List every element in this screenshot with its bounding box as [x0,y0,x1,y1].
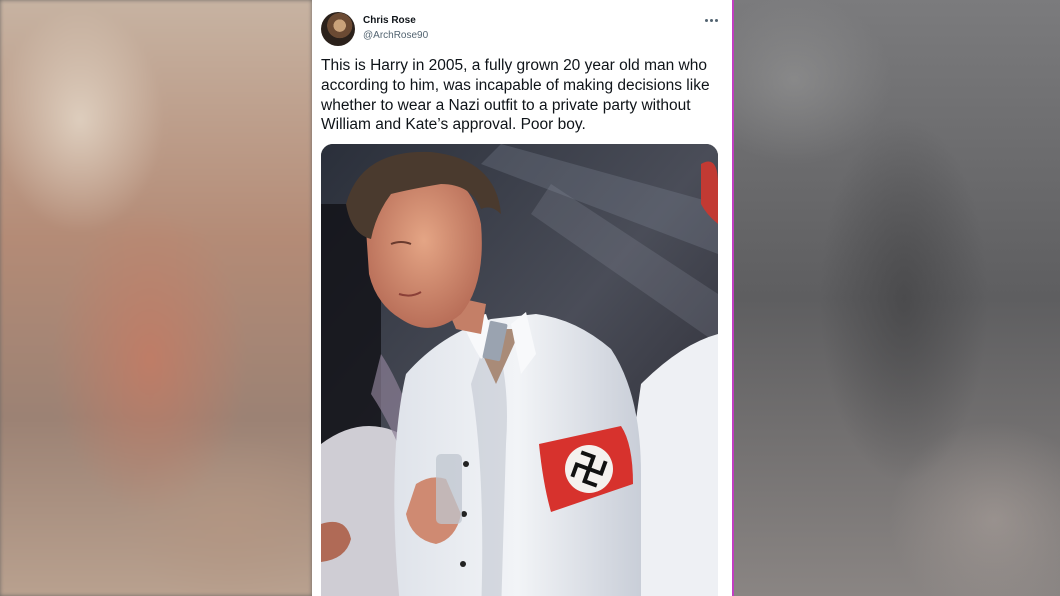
avatar[interactable] [321,12,355,46]
more-options-button[interactable] [698,10,724,30]
blurred-background-left [0,0,312,596]
more-horizontal-icon [704,18,708,22]
photo-illustration [321,144,718,596]
author-name[interactable]: Chris Rose [363,15,416,26]
blurred-background-right [732,0,1060,596]
tweet-photo[interactable] [321,144,718,596]
tweet-card: Chris Rose @ArchRose90 This is Harry in … [312,0,732,596]
author-handle[interactable]: @ArchRose90 [363,30,428,41]
tweet-text: This is Harry in 2005, a fully grown 20 … [321,57,710,134]
